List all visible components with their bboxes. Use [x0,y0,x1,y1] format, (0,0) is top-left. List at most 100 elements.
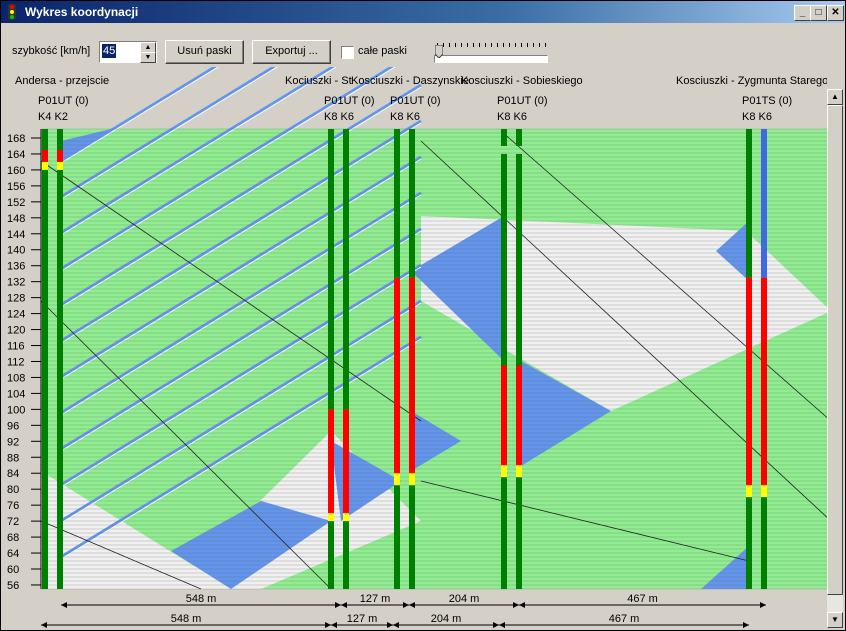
slider-thumb[interactable] [435,45,443,58]
distance-label-top: 204 m [449,593,480,605]
minimize-button[interactable]: _ [794,5,811,21]
y-tick-label: 104 [7,388,25,400]
traffic-light-icon [8,4,16,20]
arrow-head [519,602,525,608]
y-tick-label: 92 [7,436,19,448]
spin-down-arrow-icon[interactable]: ▼ [140,52,156,63]
scroll-up-icon[interactable]: ▲ [827,89,843,105]
intersection-name: Kociuszki - St [285,75,352,87]
coordination-window: Wykres koordynacji _ □ ✕ szybkość [km/h]… [0,0,846,631]
intersection-name: Andersa - przejscie [15,75,109,87]
signal-green-phase [746,493,752,589]
signal-group-label: K8 K6 [324,111,354,123]
distance-label-bottom: 204 m [431,613,462,625]
signal-red-phase [761,277,767,494]
signal-red-phase [394,277,400,482]
program-label: P01TS (0) [742,95,792,107]
signal-group-label: K8 K6 [497,111,527,123]
arrow-head [403,602,409,608]
signal-yellow-phase [57,161,63,170]
maximize-button[interactable]: □ [810,5,827,21]
y-tick-label: 100 [7,404,25,416]
signal-green-phase [516,129,522,146]
intersection-name: Kosciuszki - Daszynskie [351,75,469,87]
y-tick-label: 108 [7,372,25,384]
speed-input[interactable]: 45 [102,44,117,58]
arrow-head [760,602,766,608]
title-bar[interactable]: Wykres koordynacji _ □ ✕ [1,1,845,23]
time-space-diagram: 168 164 160 156 152 148 144 140 136 132 128 124 120 1… [7,67,827,628]
y-tick-label: 124 [7,309,25,321]
signal-red-phase [328,409,334,518]
y-tick-label: 132 [7,277,25,289]
y-tick-label: 168 [7,133,25,145]
export-button[interactable]: Exportuj ... [252,40,331,64]
signal-green-phase [343,129,349,410]
y-tick-label: 148 [7,213,25,225]
signal-red-phase [409,277,415,482]
distance-label-top: 467 m [627,593,658,605]
y-tick-label: 56 [7,580,19,592]
signal-yellow-phase [328,513,334,522]
y-tick-label: 152 [7,197,25,209]
signal-yellow-phase [761,485,767,498]
speed-spinner[interactable]: 45 ▲ ▼ [99,41,157,63]
scroll-down-icon[interactable]: ▼ [827,612,843,628]
signal-group-label: K8 K6 [390,111,420,123]
arrow-head [743,622,749,628]
signal-green-phase [328,129,334,410]
signal-yellow-phase [42,161,48,170]
arrow-head [331,622,337,628]
scroll-thumb[interactable] [827,105,843,595]
signal-green-phase [761,493,767,589]
full-bands-checkbox[interactable] [341,46,354,59]
arrow-head [493,622,499,628]
signal-green-phase [409,481,415,589]
y-tick-label: 136 [7,261,25,273]
signal-green-phase [501,473,507,589]
distance-label-bottom: 467 m [609,613,640,625]
signal-green-phase [409,129,415,278]
y-tick-label: 68 [7,532,19,544]
y-tick-label: 144 [7,229,25,241]
arrow-head [335,602,341,608]
signal-green-phase [42,129,48,150]
full-bands-label: całe paski [358,45,407,57]
y-tick-label: 120 [7,325,25,337]
arrow-head [325,622,331,628]
arrow-head [61,602,67,608]
signal-group-label: K8 K6 [742,111,772,123]
signal-yellow-phase [343,513,349,522]
distance-label-top: 548 m [186,593,217,605]
signal-green-phase [516,473,522,589]
y-tick-label: 164 [7,149,25,161]
y-tick-label: 128 [7,293,25,305]
y-tick-label: 60 [7,564,19,576]
signal-yellow-phase [516,465,522,478]
signal-green-phase [501,129,507,146]
close-button[interactable]: ✕ [827,5,844,21]
signal-green-phase [394,481,400,589]
slider-track[interactable] [434,55,548,63]
program-label: P01UT (0) [497,95,548,107]
vertical-scrollbar[interactable]: ▲ ▼ [827,89,843,628]
signal-green-phase [42,165,48,589]
signal-green-phase [501,153,507,366]
y-tick-label: 64 [7,548,19,560]
signal-yellow-phase [746,485,752,498]
remove-bands-button[interactable]: Usuń paski [165,40,244,64]
slider-ticks [437,43,547,47]
distance-label-bottom: 127 m [347,613,378,625]
y-tick-label: 160 [7,165,25,177]
arrow-head [41,622,47,628]
signal-red-phase [343,409,349,518]
signal-green-phase [57,129,63,150]
signal-blue-phase [761,129,767,278]
y-tick-label: 80 [7,484,19,496]
signal-group-label: K4 K2 [38,111,68,123]
distance-label-top: 127 m [360,593,391,605]
y-tick-label: 76 [7,500,19,512]
program-label: P01UT (0) [324,95,375,107]
y-tick-label: 112 [7,356,25,368]
y-tick-label: 88 [7,452,19,464]
